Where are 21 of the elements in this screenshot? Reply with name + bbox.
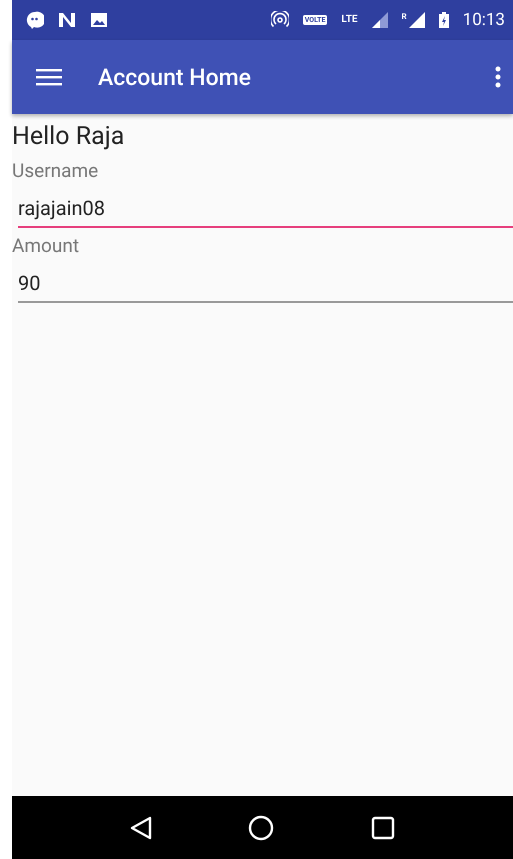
home-icon[interactable] xyxy=(248,814,274,840)
signal-icon xyxy=(408,12,425,28)
n-logo-icon xyxy=(58,12,76,28)
image-icon xyxy=(90,12,108,28)
greeting: Hello Raja xyxy=(12,122,126,151)
network-type: LTE xyxy=(341,15,358,25)
input-field[interactable]: rajajain08 xyxy=(18,192,513,228)
signal-icon xyxy=(372,12,388,28)
roaming-indicator: R xyxy=(402,12,407,21)
recents-icon[interactable] xyxy=(370,816,395,840)
back-icon[interactable] xyxy=(130,816,152,840)
input-field[interactable]: 90 xyxy=(18,267,513,303)
battery-icon xyxy=(438,12,449,28)
clock: 10:13 xyxy=(462,10,505,30)
field-label: Amount xyxy=(12,234,80,257)
more-options-icon[interactable] xyxy=(495,66,501,88)
field-label: Username xyxy=(12,159,98,182)
hotspot-icon xyxy=(270,11,289,29)
chat-icon xyxy=(26,11,44,29)
app-bar-title: Account Home xyxy=(98,64,252,90)
menu-icon[interactable] xyxy=(36,68,62,86)
